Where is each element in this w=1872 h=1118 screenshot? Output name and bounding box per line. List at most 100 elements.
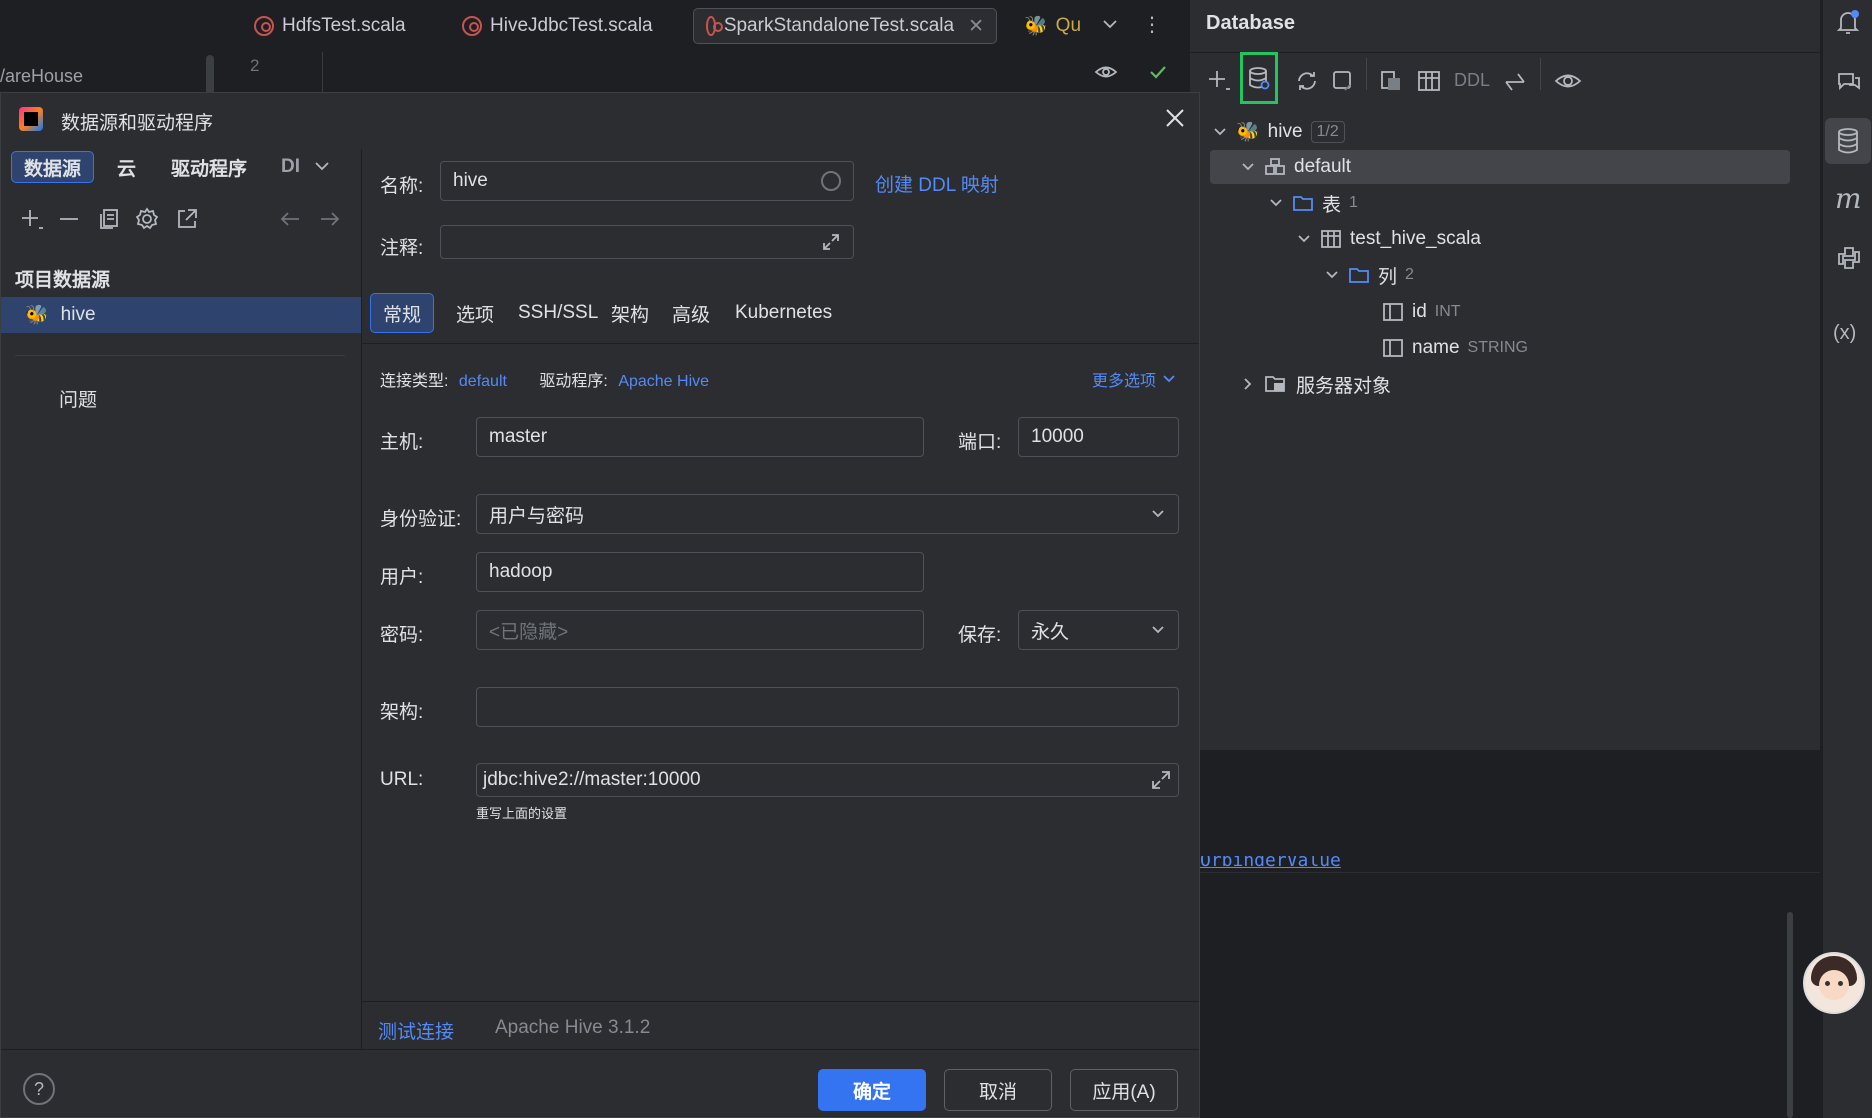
- chevron-down-icon[interactable]: [313, 159, 331, 175]
- tree-node-hive[interactable]: 🐝 hive 1/2: [1212, 115, 1345, 149]
- port-field[interactable]: 10000: [1018, 417, 1179, 457]
- tab-schemas[interactable]: 架构: [599, 293, 661, 333]
- table-icon[interactable]: [1416, 68, 1442, 94]
- tree-node-server-objects[interactable]: 服务器对象: [1240, 367, 1391, 401]
- assistant-avatar[interactable]: [1803, 952, 1865, 1014]
- tab-options[interactable]: 选项: [444, 293, 506, 333]
- conn-type-link[interactable]: default: [459, 373, 507, 390]
- password-field[interactable]: <已隐藏>: [476, 610, 924, 650]
- ddl-button[interactable]: DDL: [1454, 70, 1490, 91]
- remove-icon[interactable]: [57, 207, 81, 231]
- hive-bee-icon: 🐝: [1236, 122, 1260, 143]
- close-icon[interactable]: [1164, 107, 1186, 129]
- database-tool-button[interactable]: [1825, 118, 1871, 164]
- tree-node-default[interactable]: default: [1240, 150, 1351, 184]
- copy-icon[interactable]: [97, 207, 121, 231]
- stop-icon[interactable]: [1330, 68, 1356, 94]
- help-button[interactable]: ?: [23, 1073, 55, 1105]
- tree-node-column-name[interactable]: name STRING: [1382, 331, 1528, 365]
- editor-area: 2: [222, 52, 1187, 92]
- back-arrow-icon[interactable]: [279, 209, 301, 229]
- close-tab-icon[interactable]: ✕: [968, 15, 984, 38]
- jump-to-console-icon[interactable]: [1378, 68, 1404, 94]
- tree-label: default: [1294, 156, 1352, 177]
- tab-hivejdbctest[interactable]: HiveJdbcTest.scala: [450, 8, 665, 44]
- tree-node-table[interactable]: test_hive_scala: [1296, 222, 1481, 256]
- cancel-button[interactable]: 取消: [944, 1069, 1052, 1111]
- comment-field[interactable]: [440, 225, 854, 259]
- tab-advanced[interactable]: 高级: [660, 293, 722, 333]
- connection-type-row: 连接类型: default 驱动程序: Apache Hive: [380, 367, 709, 391]
- divider: [15, 355, 345, 356]
- datasource-properties-button[interactable]: [1240, 52, 1278, 104]
- folder-icon: [1349, 268, 1369, 283]
- ai-chat-icon[interactable]: [1835, 68, 1863, 94]
- settings-icon[interactable]: [135, 207, 159, 231]
- editor-tab-bar: HdfsTest.scala HiveJdbcTest.scala SparkS…: [222, 0, 1187, 53]
- add-icon[interactable]: [1206, 68, 1232, 94]
- eye-icon[interactable]: [1554, 68, 1582, 94]
- notifications-icon[interactable]: [1835, 8, 1861, 36]
- more-options-link[interactable]: 更多选项: [1092, 367, 1176, 391]
- eye-icon[interactable]: [1094, 62, 1118, 82]
- toolbar-separator: [1366, 58, 1367, 90]
- apply-button[interactable]: 应用(A): [1070, 1069, 1178, 1111]
- chevron-down-icon[interactable]: [1100, 14, 1120, 34]
- tab-datasources[interactable]: 数据源: [11, 151, 95, 183]
- datasource-item-hive[interactable]: 🐝 hive: [1, 297, 361, 333]
- create-ddl-mapping-link[interactable]: 创建 DDL 映射: [875, 170, 999, 197]
- maven-icon[interactable]: m: [1835, 182, 1862, 215]
- name-field[interactable]: hive: [440, 161, 854, 201]
- color-picker-icon[interactable]: [821, 171, 841, 191]
- name-value: hive: [453, 170, 488, 191]
- tab-ssh-ssl[interactable]: SSH/SSL: [506, 293, 610, 333]
- auth-select[interactable]: 用户与密码: [476, 494, 1179, 534]
- tab-hdfstest[interactable]: HdfsTest.scala: [242, 8, 418, 44]
- problems-item[interactable]: 问题: [59, 385, 97, 412]
- tab-drivers[interactable]: 驱动程序: [159, 151, 259, 183]
- tab-sparkstandalonetest[interactable]: SparkStandaloneTest.scala ✕: [693, 8, 997, 44]
- ok-button[interactable]: 确定: [818, 1069, 926, 1111]
- column-icon: [1383, 339, 1403, 357]
- url-field[interactable]: jdbc:hive2://master:10000: [476, 763, 1179, 797]
- intellij-logo-icon: [19, 107, 43, 131]
- tree-label: test_hive_scala: [1350, 228, 1481, 249]
- test-connection-link[interactable]: 测试连接: [378, 1017, 454, 1044]
- forward-arrow-icon[interactable]: [319, 209, 341, 229]
- chevron-down-icon: [1326, 271, 1338, 279]
- database-tool-window: Database DDL 🐝 hive 1/2 default 表 1 test…: [1190, 0, 1820, 750]
- compare-icon[interactable]: [1502, 68, 1528, 94]
- chevron-down-icon: [1242, 163, 1254, 171]
- port-label: 端口:: [958, 432, 1002, 453]
- tree-node-columns[interactable]: 列 2: [1324, 258, 1414, 292]
- scrollbar[interactable]: [206, 55, 214, 95]
- scrollbar[interactable]: [1787, 912, 1793, 1118]
- tab-label: HdfsTest.scala: [282, 15, 406, 36]
- user-field[interactable]: hadoop: [476, 552, 924, 592]
- driver-link[interactable]: Apache Hive: [618, 373, 709, 390]
- project-tree-fragment: /areHouse: [0, 66, 84, 86]
- variables-icon[interactable]: (x): [1833, 322, 1856, 345]
- python-icon[interactable]: [1835, 244, 1863, 272]
- conn-type-label: 连接类型:: [380, 373, 449, 390]
- driver-version: Apache Hive 3.1.2: [495, 1017, 651, 1038]
- schema-label: 架构:: [380, 702, 424, 723]
- refresh-icon[interactable]: [1294, 68, 1320, 94]
- tab-more[interactable]: DI: [269, 151, 312, 183]
- toolbar-separator: [1540, 58, 1541, 90]
- tree-node-tables[interactable]: 表 1: [1268, 186, 1358, 220]
- tab-cloud[interactable]: 云: [105, 151, 148, 183]
- save-select[interactable]: 永久: [1018, 610, 1179, 650]
- host-field[interactable]: master: [476, 417, 924, 457]
- add-icon[interactable]: [19, 207, 45, 233]
- user-value: hadoop: [489, 561, 553, 582]
- tab-query[interactable]: 🐝 Qu: [1012, 8, 1093, 44]
- tab-general[interactable]: 常规: [370, 293, 435, 333]
- scala-file-icon: [254, 16, 274, 36]
- schema-field[interactable]: [476, 687, 1179, 727]
- tab-kubernetes[interactable]: Kubernetes: [723, 293, 844, 333]
- open-external-icon[interactable]: [175, 207, 199, 231]
- more-vertical-icon[interactable]: ⋮: [1142, 12, 1162, 37]
- tree-node-column-id[interactable]: id INT: [1382, 295, 1461, 329]
- driver-label: 驱动程序:: [539, 373, 608, 390]
